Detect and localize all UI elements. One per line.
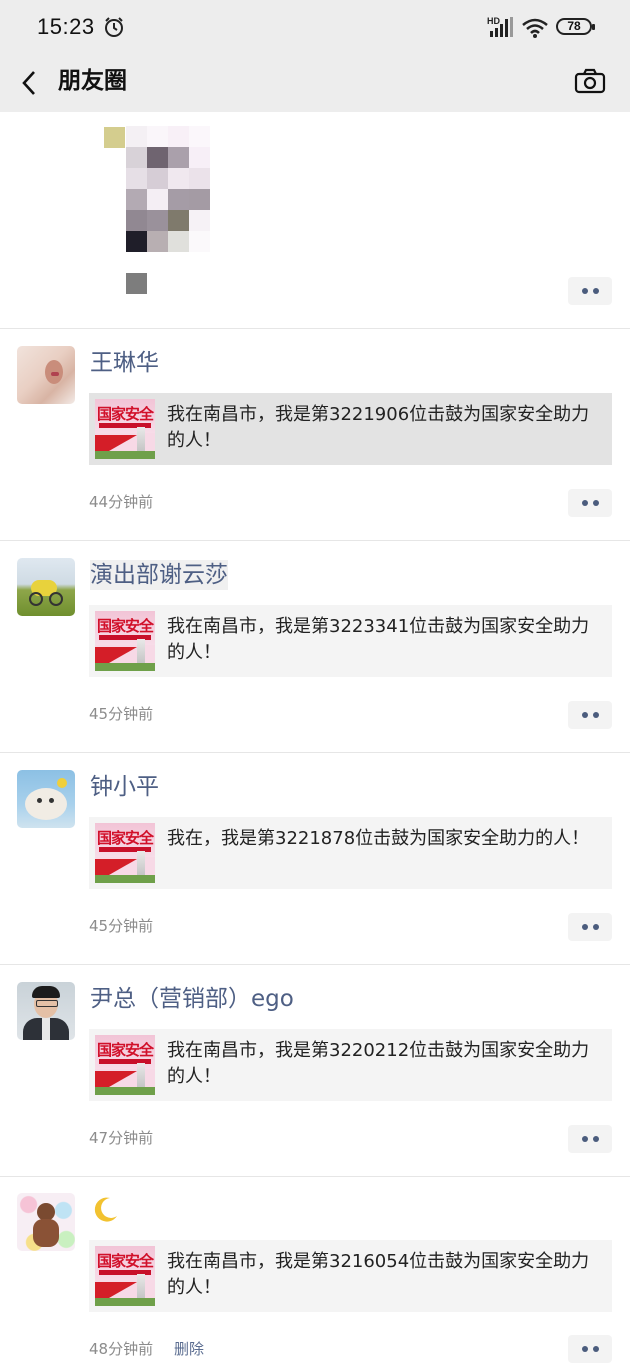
- share-thumbnail: 国家安全: [95, 611, 155, 671]
- shared-link-text: 我在，我是第3221878位击鼓为国家安全助力的人！: [167, 828, 590, 849]
- divider: [0, 540, 630, 541]
- share-thumbnail: 国家安全: [95, 1246, 155, 1306]
- status-time: 15:23: [37, 14, 95, 39]
- wifi-icon: [522, 18, 548, 38]
- post-time: 45分钟前: [89, 917, 154, 935]
- alarm-icon: [105, 17, 123, 37]
- more-button[interactable]: [568, 913, 612, 941]
- avatar[interactable]: [17, 558, 75, 616]
- avatar[interactable]: [17, 770, 75, 828]
- post-time: 45分钟前: [89, 705, 154, 723]
- shared-link-text: 我在南昌市，我是第3220212位击鼓为国家安全助力的人！: [167, 1040, 590, 1087]
- post-author-name[interactable]: 钟小平: [90, 772, 159, 802]
- post-time: 44分钟前: [89, 493, 154, 511]
- shared-link-text: 我在南昌市，我是第3216054位击鼓为国家安全助力的人！: [167, 1251, 590, 1298]
- post-time: 47分钟前: [89, 1129, 154, 1147]
- divider: [0, 1176, 630, 1177]
- camera-icon[interactable]: [574, 68, 606, 94]
- share-thumbnail: 国家安全: [95, 1035, 155, 1095]
- shared-link-card[interactable]: 国家安全 我在，我是第3221878位击鼓为国家安全助力的人！: [89, 817, 612, 889]
- more-button[interactable]: [568, 489, 612, 517]
- post-author-name[interactable]: 王琳华: [90, 348, 159, 378]
- more-button[interactable]: [568, 701, 612, 729]
- divider: [0, 752, 630, 753]
- avatar[interactable]: [17, 1193, 75, 1251]
- divider: [0, 964, 630, 965]
- avatar[interactable]: [17, 982, 75, 1040]
- status-bar: 15:23 HD 78: [0, 0, 630, 56]
- delete-link[interactable]: 删除: [174, 1338, 204, 1359]
- post-author-name[interactable]: 尹总（营销部）ego: [90, 984, 294, 1014]
- shared-link-card[interactable]: 国家安全 我在南昌市，我是第3223341位击鼓为国家安全助力的人！: [89, 605, 612, 677]
- share-thumbnail: 国家安全: [95, 823, 155, 883]
- share-thumbnail: 国家安全: [95, 399, 155, 459]
- shared-link-text: 我在南昌市，我是第3221906位击鼓为国家安全助力的人！: [167, 404, 590, 451]
- post-time: 48分钟前: [89, 1340, 154, 1358]
- divider: [0, 328, 630, 329]
- signal-icon: HD: [487, 16, 513, 37]
- post-author-name[interactable]: 演出部谢云莎: [90, 560, 228, 590]
- battery-icon: 78: [556, 18, 595, 35]
- more-button[interactable]: [568, 1125, 612, 1153]
- crescent-moon-icon: [94, 1197, 117, 1222]
- page-title: 朋友圈: [58, 68, 127, 94]
- signal-hd-label: HD: [487, 16, 500, 26]
- shared-link-card[interactable]: 国家安全 我在南昌市，我是第3220212位击鼓为国家安全助力的人！: [89, 1029, 612, 1101]
- avatar[interactable]: [17, 346, 75, 404]
- nav-bar: 朋友圈: [0, 56, 630, 112]
- shared-link-card[interactable]: 国家安全 我在南昌市，我是第3221906位击鼓为国家安全助力的人！: [89, 393, 612, 465]
- shared-link-text: 我在南昌市，我是第3223341位击鼓为国家安全助力的人！: [167, 616, 590, 663]
- back-chevron-icon[interactable]: [18, 68, 40, 98]
- more-button[interactable]: [568, 277, 612, 305]
- shared-link-card[interactable]: 国家安全 我在南昌市，我是第3216054位击鼓为国家安全助力的人！: [89, 1240, 612, 1312]
- more-button[interactable]: [568, 1335, 612, 1363]
